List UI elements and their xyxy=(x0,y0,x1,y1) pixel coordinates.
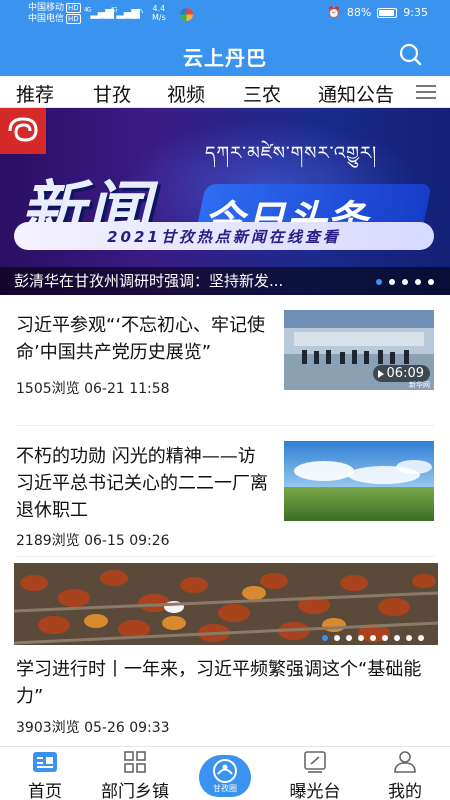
article-date: 06-21 11:58 xyxy=(84,381,170,397)
app-title: 云上丹巴 xyxy=(183,46,267,70)
page-dot xyxy=(370,635,376,641)
article-meta: 3903浏览 05-26 09:33 xyxy=(16,717,434,737)
nav-profile[interactable]: 我的 xyxy=(365,751,445,800)
tab-video[interactable]: 视频 xyxy=(167,80,205,107)
nav-home-label: 首页 xyxy=(28,782,62,800)
page-dot xyxy=(418,635,424,641)
app-notification-icon xyxy=(180,8,193,21)
hd-badge: HD xyxy=(66,14,81,24)
page-dot xyxy=(428,279,434,285)
page-dot xyxy=(389,279,395,285)
exposure-icon xyxy=(304,751,326,773)
nav-exposure[interactable]: 曝光台 xyxy=(275,751,355,800)
battery-percent: 88% xyxy=(346,6,372,19)
banner-page-indicator xyxy=(376,279,434,285)
article-date: 05-26 09:33 xyxy=(84,720,170,736)
carrier-info: 中国移动 HD 中国电信 HD xyxy=(28,3,81,25)
image-page-indicator xyxy=(322,635,424,641)
search-icon[interactable] xyxy=(398,42,422,66)
article-meta: 2189浏览 06-15 09:26 xyxy=(16,530,434,550)
network-speed: 4.4 M/s xyxy=(152,4,166,22)
page-dot xyxy=(358,635,364,641)
menu-icon[interactable] xyxy=(416,85,436,99)
tab-notices[interactable]: 通知公告 xyxy=(318,80,394,107)
alarm-icon: ⏰ xyxy=(327,6,341,19)
nav-departments[interactable]: 部门乡镇 xyxy=(95,751,175,800)
article-date: 06-15 09:26 xyxy=(84,533,170,549)
profile-icon xyxy=(394,751,416,773)
page-dot xyxy=(406,635,412,641)
logo-badge xyxy=(0,108,46,154)
app-header: 云上丹巴 xyxy=(0,30,450,76)
page-dot xyxy=(382,635,388,641)
thumbnail-watermark: 新华网 xyxy=(409,381,430,389)
banner-strip: 2021甘孜热点新闻在线查看 xyxy=(14,222,434,250)
battery-icon xyxy=(377,7,398,18)
wifi-icon: ◠ xyxy=(134,6,144,19)
nav-home[interactable]: 首页 xyxy=(5,751,85,800)
bottom-navigation: 首页 部门乡镇 甘孜圈 曝光台 我的 xyxy=(0,746,450,800)
hd-badge: HD xyxy=(66,3,81,13)
article-thumbnail[interactable]: 06:09 新华网 xyxy=(284,310,434,390)
tab-recommend[interactable]: 推荐 xyxy=(16,80,54,107)
signal-icon: 4G▂▄▆ xyxy=(84,6,114,19)
article-views: 3903浏览 xyxy=(16,720,80,736)
system-status: ⏰ 88% 9:35 xyxy=(327,6,428,19)
grid-icon xyxy=(124,751,146,773)
banner-tibetan-title: དཀར་མཛེས་གསར་འགྱུར། xyxy=(205,143,378,164)
article-views: 1505浏览 xyxy=(16,381,80,397)
article-title: 不朽的功勋 闪光的精神——访习近平总书记关心的二二一厂离退休职工 xyxy=(16,446,268,521)
clock: 9:35 xyxy=(403,6,428,19)
nav-exposure-label: 曝光台 xyxy=(289,782,341,800)
article-cover-image[interactable] xyxy=(14,563,438,645)
page-dot xyxy=(402,279,408,285)
page-dot xyxy=(346,635,352,641)
grassland-photo xyxy=(284,441,434,521)
article-item[interactable]: 学习进行时丨一年来，习近平频繁强调这个“基础能力” 3903浏览 05-26 0… xyxy=(16,656,434,737)
nav-profile-label: 我的 xyxy=(388,782,422,800)
nav-ganzi-circle-label: 甘孜圈 xyxy=(213,784,237,793)
status-bar: 中国移动 HD 中国电信 HD 4G▂▄▆ 4G▂▄▆ ◠ 4.4 M/s ⏰ 88… xyxy=(0,0,450,30)
tab-ganzi[interactable]: 甘孜 xyxy=(93,80,131,107)
page-dot xyxy=(394,635,400,641)
swirl-logo-icon xyxy=(8,117,38,142)
chickens-photo xyxy=(14,563,438,645)
page-dot xyxy=(334,635,340,641)
nav-departments-label: 部门乡镇 xyxy=(101,782,169,800)
tab-agriculture[interactable]: 三农 xyxy=(243,80,281,107)
category-tabs: 推荐 甘孜 视频 三农 通知公告 xyxy=(0,76,450,108)
article-title: 习近平参观“‘不忘初心、牢记使命’中国共产党历史展览” xyxy=(16,315,266,363)
article-thumbnail[interactable] xyxy=(284,441,434,521)
carrier-2: 中国电信 xyxy=(28,14,65,24)
article-views: 2189浏览 xyxy=(16,533,80,549)
page-dot xyxy=(415,279,421,285)
page-dot xyxy=(376,279,382,285)
banner-carousel[interactable]: དཀར་མཛེས་གསར་འགྱུར། 新闻 今日头条 2021甘孜热点新闻在线… xyxy=(0,108,450,295)
page-dot xyxy=(322,635,328,641)
banner-caption: 彭清华在甘孜州调研时强调：坚持新发... xyxy=(14,272,284,290)
ganzi-circle-icon xyxy=(213,759,237,783)
nav-ganzi-circle[interactable]: 甘孜圈 xyxy=(199,755,251,797)
carrier-1: 中国移动 xyxy=(28,3,65,13)
home-icon xyxy=(33,752,57,772)
article-title: 学习进行时丨一年来，习近平频繁强调这个“基础能力” xyxy=(16,659,422,707)
